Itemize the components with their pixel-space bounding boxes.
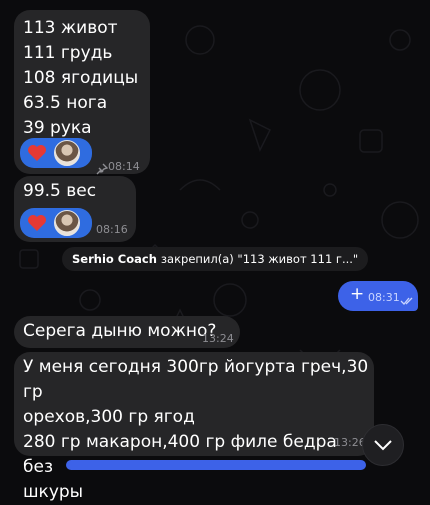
message-time: 08:14 xyxy=(108,160,140,173)
scroll-down-button[interactable] xyxy=(362,424,404,466)
next-outgoing-bubble-edge xyxy=(66,460,366,470)
reaction-chip[interactable] xyxy=(20,208,92,238)
pinned-service-message[interactable]: Serhio Coach закрепил(а) "113 живот 111 … xyxy=(62,247,369,271)
message-bubble[interactable]: 113 живот 111 грудь 108 ягодицы 63.5 ног… xyxy=(14,10,150,175)
message-time: 13:26 xyxy=(334,436,366,449)
message-time: 13:24 xyxy=(202,332,234,345)
message-text: + xyxy=(350,284,365,304)
message-time: 08:31 xyxy=(368,291,400,304)
double-check-icon xyxy=(400,291,414,310)
heart-icon xyxy=(26,142,48,164)
avatar xyxy=(54,140,80,166)
message-text: У меня сегодня 300гр йогурта греч,30 гр … xyxy=(23,357,369,502)
message-bubble[interactable]: 99.5 вес 08:16 xyxy=(14,176,136,242)
message-bubble[interactable]: У меня сегодня 300гр йогурта греч,30 гр … xyxy=(14,352,374,502)
service-author: Serhio Coach xyxy=(72,252,157,266)
heart-icon xyxy=(26,212,48,234)
message-text: 99.5 вес xyxy=(23,181,97,201)
message-text: Серега дыню можно? xyxy=(23,321,217,341)
avatar xyxy=(54,210,80,236)
reaction-chip[interactable] xyxy=(20,138,92,168)
message-time: 08:16 xyxy=(96,223,128,236)
outgoing-message-bubble[interactable]: + 08:31 xyxy=(338,281,418,311)
service-text: закрепил(а) "113 живот 111 г..." xyxy=(160,252,359,266)
message-text: 113 живот 111 грудь 108 ягодицы 63.5 ног… xyxy=(23,18,139,138)
chevron-down-icon xyxy=(373,436,393,455)
message-bubble[interactable]: Серега дыню можно? 13:24 xyxy=(14,316,240,348)
